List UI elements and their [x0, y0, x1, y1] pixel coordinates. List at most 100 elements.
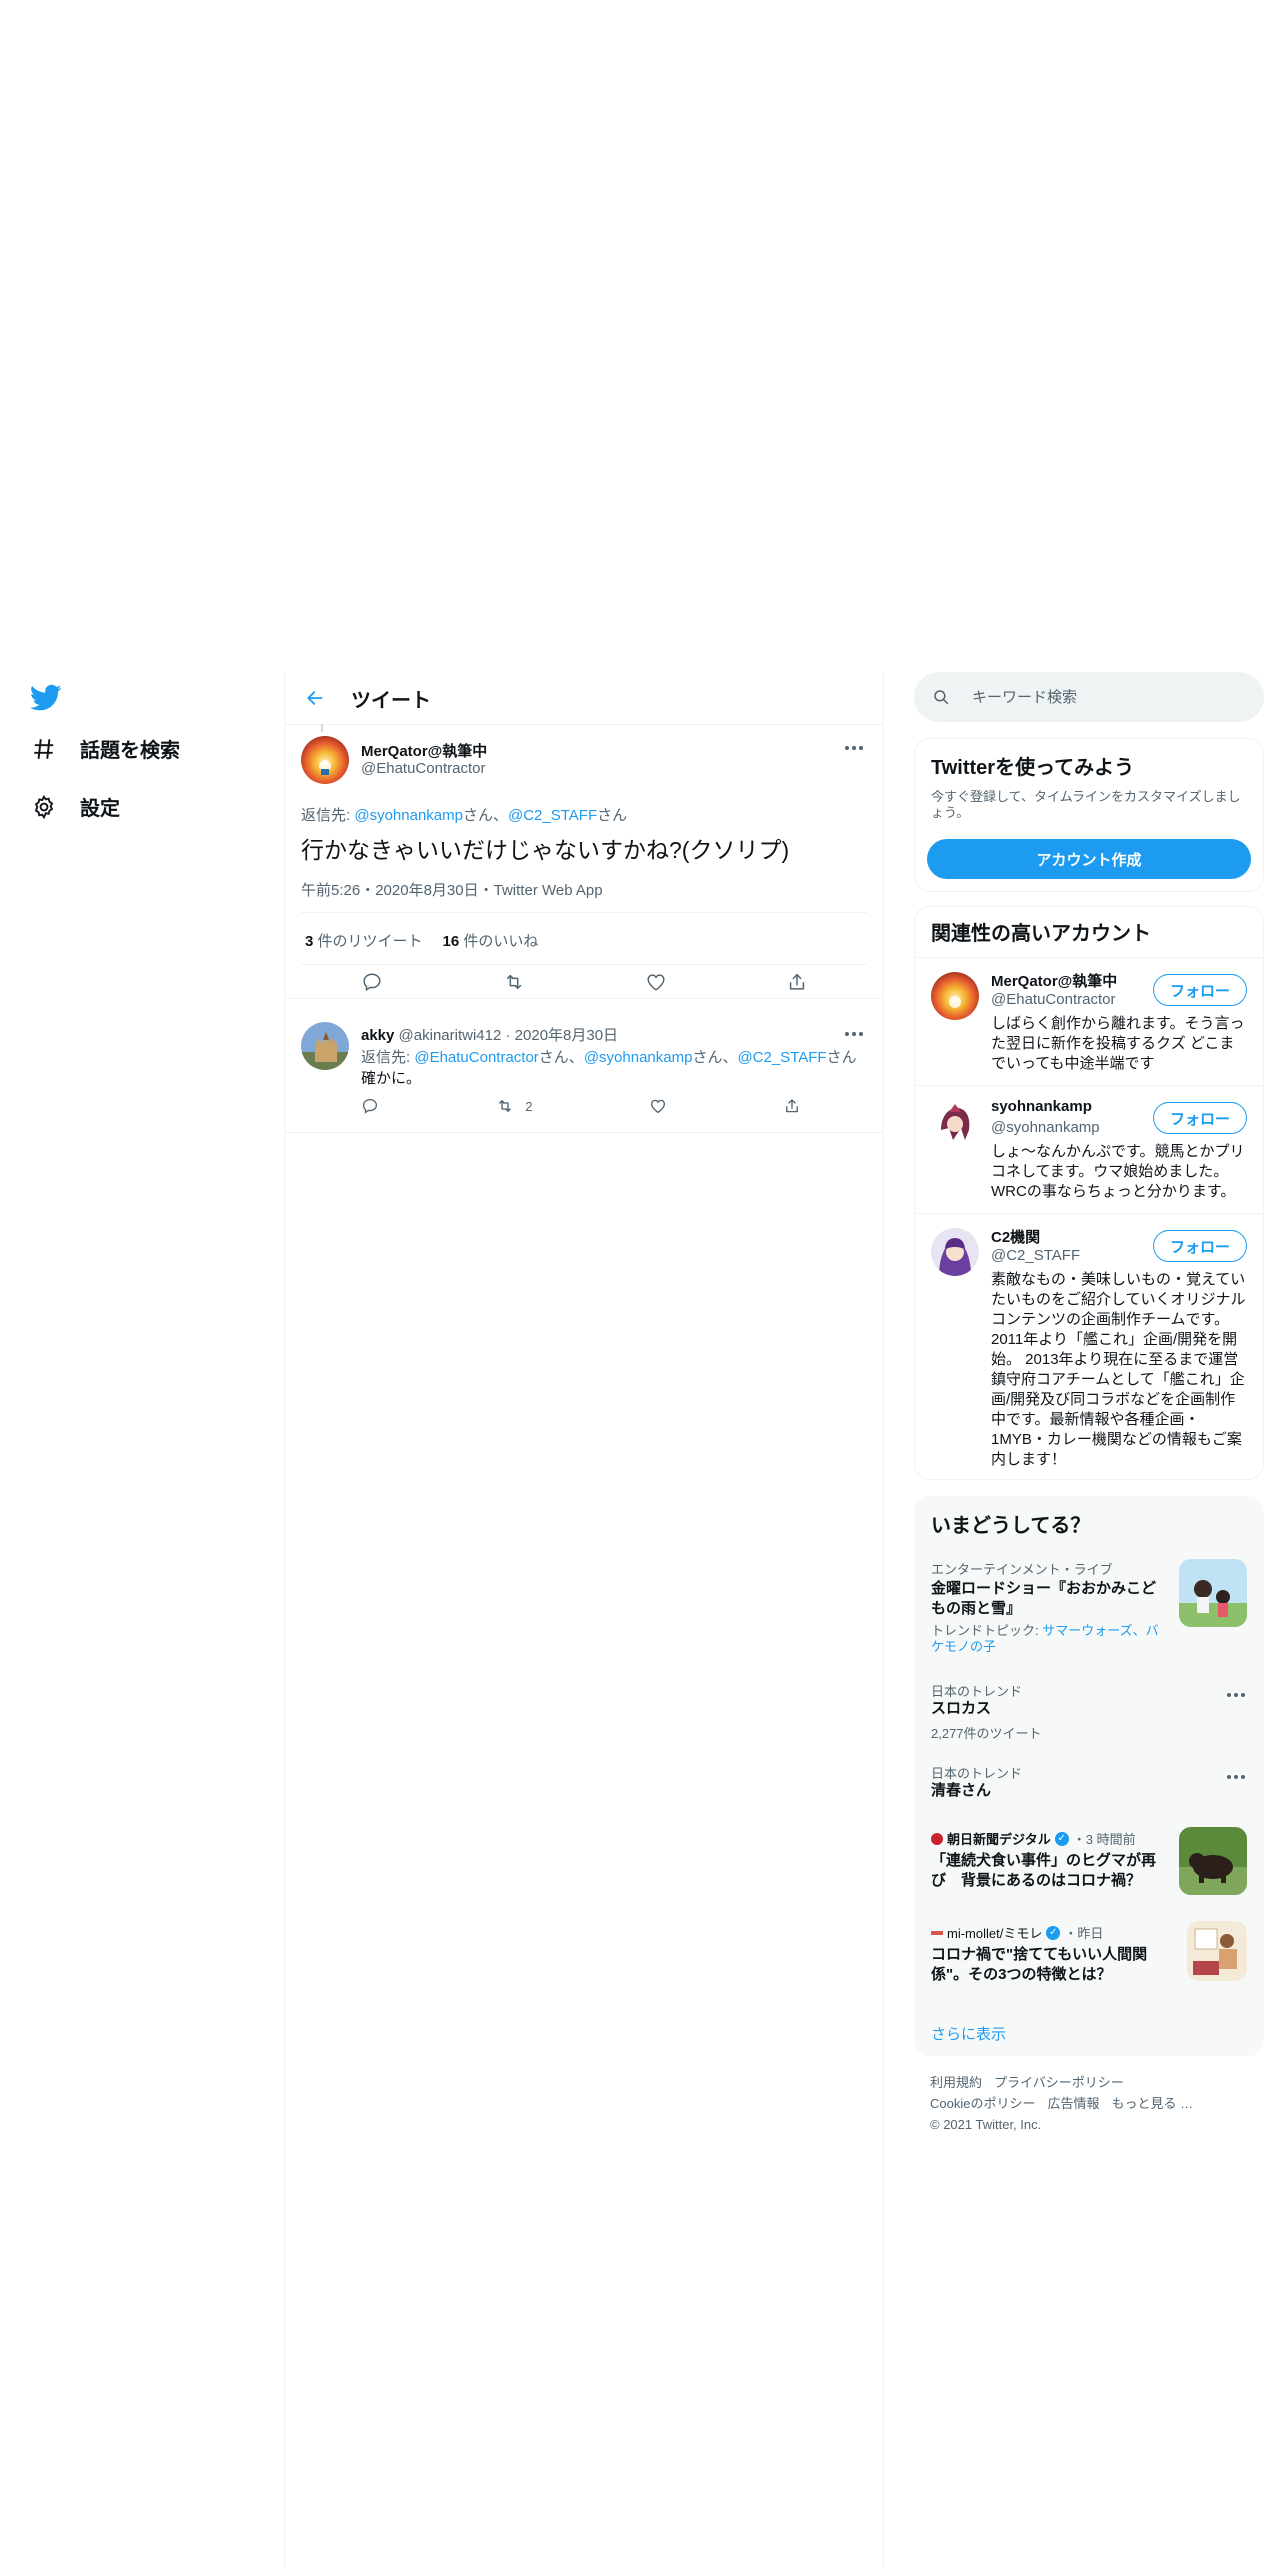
account-name: MerQator@執筆中 — [991, 973, 1118, 990]
trends-title: いまどうしてる？ — [931, 1515, 1091, 1537]
meta-sep: ・ — [478, 882, 494, 899]
trend-category: 日本のトレンド — [931, 1684, 1023, 1699]
like-label: 件のいいね — [463, 933, 539, 950]
search-input[interactable] — [970, 687, 1234, 707]
author-name[interactable]: akky — [361, 1027, 394, 1044]
reply-separator: さん、 — [462, 807, 508, 824]
retweet-count: 3 — [305, 933, 314, 950]
like-button[interactable] — [649, 1097, 667, 1115]
trend-sub-prefix: トレンドトピック: — [931, 1623, 1043, 1638]
heart-icon — [650, 1099, 665, 1114]
like-stat[interactable]: 16 件のいいね — [443, 930, 539, 951]
tweet-meta: 午前5:26・2020年8月30日・Twitter Web App — [301, 879, 603, 900]
source-avatar-icon — [931, 1930, 943, 1935]
reply-icon — [362, 1098, 378, 1114]
account-item[interactable]: syohnankamp @syohnankamp フォロー しょ～なんかんぷです… — [915, 1085, 1263, 1214]
share-icon — [789, 973, 804, 990]
account-item[interactable]: C2機関 @C2_STAFF フォロー 素敵なもの・美味しいもの・覚えていたいも… — [915, 1213, 1263, 1482]
tweet-source[interactable]: Twitter Web App — [494, 882, 603, 899]
news-source-line: 朝日新聞デジタル ✓ ・3 時間前 — [931, 1829, 1136, 1848]
tweet-actions: 2 — [361, 1092, 801, 1120]
gear-icon — [30, 793, 58, 821]
mention-link[interactable]: @syohnankamp — [354, 807, 463, 824]
reply-prefix: 返信先: — [301, 807, 355, 824]
share-button[interactable] — [786, 971, 808, 993]
author-name[interactable]: MerQator@執筆中 — [361, 740, 487, 761]
tweet-text: 確かに。 — [361, 1070, 422, 1087]
retweet-count: 2 — [525, 1098, 533, 1114]
author-handle[interactable]: @akinaritwi412 — [399, 1027, 502, 1044]
nav-explore-label: 話題を検索 — [80, 740, 180, 762]
column-header: ツイート — [285, 672, 883, 725]
trend-item[interactable]: 日本のトレンド 清春さん — [915, 1755, 1263, 1819]
retweet-icon — [499, 1100, 512, 1112]
meta-sep: ・ — [360, 882, 376, 899]
share-icon — [786, 1099, 798, 1113]
avatar[interactable] — [931, 972, 979, 1020]
page-title: ツイート — [351, 689, 431, 712]
back-button[interactable] — [297, 680, 333, 716]
show-more-link[interactable]: さらに表示 — [931, 2023, 1006, 2044]
account-bio: しょ～なんかんぷです。競馬とかプリコネしてます。ウマ娘始めました。WRCの事なら… — [991, 1143, 1245, 1200]
terms-link[interactable]: 利用規約 — [930, 2075, 982, 2090]
retweet-label: 件のリツイート — [317, 933, 423, 950]
follow-button[interactable]: フォロー — [1152, 1230, 1247, 1262]
follow-button[interactable]: フォロー — [1152, 974, 1247, 1006]
reply-button[interactable] — [361, 1097, 379, 1115]
account-handle: @C2_STAFF — [991, 1247, 1081, 1264]
retweet-button[interactable]: 2 — [495, 1097, 532, 1115]
more-options-button[interactable] — [841, 738, 867, 758]
trend-subtitle: トレンドトピック: サマーウォーズ、バケモノの子 — [931, 1623, 1161, 1655]
avatar[interactable] — [301, 1022, 349, 1070]
mention-link[interactable]: @C2_STAFF — [737, 1049, 826, 1066]
news-item[interactable]: 朝日新聞デジタル ✓ ・3 時間前 「連続犬食い事件」のヒグマが再び 背景にある… — [915, 1819, 1263, 1913]
trend-item[interactable]: エンターテインメント・ライブ 金曜ロードショー『おおかみこどもの雨と雪』 トレン… — [915, 1553, 1263, 1673]
more-link[interactable]: もっと見る … — [1111, 2096, 1193, 2111]
mention-link[interactable]: @C2_STAFF — [508, 807, 597, 824]
nav-explore[interactable]: 話題を検索 — [30, 734, 180, 763]
tweet-date[interactable]: · 2020年8月30日 — [506, 1027, 619, 1044]
retweet-stat[interactable]: 3 件のリツイート — [305, 930, 423, 951]
avatar[interactable] — [301, 736, 349, 784]
account-name: syohnankamp — [991, 1098, 1092, 1115]
nav-settings[interactable]: 設定 — [30, 792, 120, 821]
twitter-logo-icon[interactable] — [29, 684, 62, 712]
privacy-link[interactable]: プライバシーポリシー — [994, 2075, 1124, 2090]
tweet-time[interactable]: 午前5:26 — [301, 882, 360, 899]
news-time: ・昨日 — [1064, 1926, 1104, 1941]
create-account-button[interactable]: アカウント作成 — [927, 839, 1251, 879]
reply-suffix: さん — [597, 807, 628, 824]
tweet-text: 行かなきゃいいだけじゃないすかね?(クソリプ) — [301, 837, 790, 863]
news-source-line: mi-mollet/ミモレ ✓ ・昨日 — [931, 1923, 1103, 1942]
avatar[interactable] — [931, 1100, 979, 1148]
account-item[interactable]: MerQator@執筆中 @EhatuContractor フォロー しばらく創… — [915, 957, 1263, 1086]
trend-title: 金曜ロードショー『おおかみこどもの雨と雪』 — [931, 1580, 1157, 1617]
signup-card: Twitterを使ってみよう 今すぐ登録して、タイムラインをカスタマイズしましょ… — [914, 738, 1264, 892]
follow-button[interactable]: フォロー — [1152, 1102, 1247, 1134]
tweet-date[interactable]: 2020年8月30日 — [375, 882, 478, 899]
reply-to-line: 返信先: @EhatuContractorさん、@syohnankampさん、@… — [361, 1046, 857, 1067]
trend-more-button[interactable] — [1223, 1767, 1249, 1787]
like-button[interactable] — [645, 971, 667, 993]
news-item[interactable]: mi-mollet/ミモレ ✓ ・昨日 コロナ禍で"捨ててもいい人間関係"。その… — [915, 1913, 1263, 2007]
avatar[interactable] — [931, 1228, 979, 1276]
copyright: © 2021 Twitter, Inc. — [930, 2117, 1042, 2132]
cookie-link[interactable]: Cookieのポリシー — [930, 2096, 1035, 2111]
search-box[interactable] — [914, 672, 1264, 722]
retweet-button[interactable] — [502, 971, 526, 993]
reply-button[interactable] — [361, 971, 383, 993]
verified-badge-icon: ✓ — [1054, 1831, 1069, 1846]
author-handle[interactable]: @EhatuContractor — [361, 760, 485, 777]
news-title: コロナ禍で"捨ててもいい人間関係"。その3つの特徴とは？ — [931, 1946, 1148, 1983]
reply-suffix: さん — [826, 1049, 857, 1066]
mention-link[interactable]: @EhatuContractor — [414, 1049, 538, 1066]
trend-more-button[interactable] — [1223, 1685, 1249, 1705]
trend-item[interactable]: 日本のトレンド スロカス 2,277件のツイート — [915, 1673, 1263, 1755]
mention-link[interactable]: @syohnankamp — [584, 1049, 693, 1066]
trend-title: 清春さん — [931, 1782, 992, 1799]
ads-link[interactable]: 広告情報 — [1047, 2096, 1099, 2111]
reply-header: akky @akinaritwi412 · 2020年8月30日 — [361, 1024, 618, 1045]
share-button[interactable] — [783, 1097, 801, 1115]
more-options-button[interactable] — [841, 1024, 867, 1044]
reply-tweet[interactable]: akky @akinaritwi412 · 2020年8月30日 返信先: @E… — [285, 1014, 883, 1133]
